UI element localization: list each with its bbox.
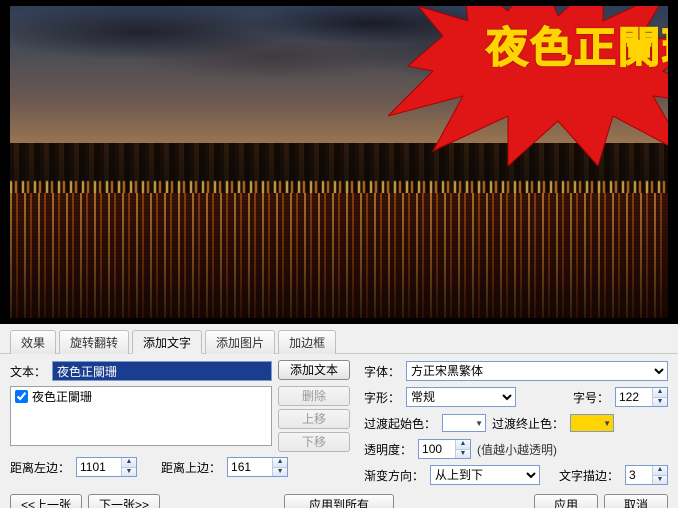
tab-add-image[interactable]: 添加图片 (205, 330, 275, 354)
label-opacity: 透明度： (364, 441, 412, 458)
spin-down-icon[interactable]: ▼ (653, 398, 667, 407)
chevron-down-icon: ▼ (475, 419, 483, 428)
spin-up-icon[interactable]: ▲ (653, 466, 667, 476)
prev-button[interactable]: <<上一张 (10, 494, 82, 508)
distance-left-spinner[interactable]: ▲▼ (76, 457, 137, 477)
spin-up-icon[interactable]: ▲ (122, 458, 136, 468)
size-input[interactable] (616, 388, 652, 406)
image-preview: 夜色正闌珊 (0, 0, 678, 324)
tab-add-border[interactable]: 加边框 (278, 330, 336, 354)
label-end-color: 过渡终止色： (492, 415, 564, 432)
tab-add-text[interactable]: 添加文字 (132, 330, 202, 354)
list-item-label: 夜色正闌珊 (32, 388, 92, 405)
distance-left-input[interactable] (77, 458, 121, 476)
cancel-button[interactable]: 取消 (604, 494, 668, 508)
label-size: 字号： (573, 389, 609, 406)
spin-down-icon[interactable]: ▼ (456, 450, 470, 459)
label-style: 字形： (364, 389, 400, 406)
tab-rotate[interactable]: 旋转翻转 (59, 330, 129, 354)
size-spinner[interactable]: ▲▼ (615, 387, 668, 407)
text-list[interactable]: 夜色正闌珊 (10, 386, 272, 446)
start-color-swatch[interactable]: ▼ (442, 414, 486, 432)
distance-top-spinner[interactable]: ▲▼ (227, 457, 288, 477)
next-button[interactable]: 下一张>> (88, 494, 160, 508)
preview-canvas: 夜色正闌珊 (10, 6, 668, 318)
spin-up-icon[interactable]: ▲ (273, 458, 287, 468)
font-select[interactable]: 方正宋黑繁体 (406, 361, 668, 381)
stroke-spinner[interactable]: ▲▼ (625, 465, 668, 485)
spin-up-icon[interactable]: ▲ (653, 388, 667, 398)
stroke-input[interactable] (626, 466, 652, 484)
text-overlay-burst: 夜色正闌珊 (388, 6, 668, 166)
controls-panel: 效果 旋转翻转 添加文字 添加图片 加边框 文本： 添加文本 夜色正闌珊 (0, 324, 678, 508)
label-stroke: 文字描边： (559, 467, 619, 484)
spin-down-icon[interactable]: ▼ (653, 476, 667, 485)
move-up-button[interactable]: 上移 (278, 409, 350, 429)
opacity-note: (值越小越透明) (477, 441, 557, 458)
distance-top-input[interactable] (228, 458, 272, 476)
spin-down-icon[interactable]: ▼ (273, 468, 287, 477)
list-item-checkbox[interactable] (15, 390, 28, 403)
spin-up-icon[interactable]: ▲ (456, 440, 470, 450)
apply-all-button[interactable]: 应用到所有 (284, 494, 394, 508)
text-input[interactable] (52, 361, 272, 381)
label-text: 文本： (10, 363, 46, 380)
label-start-color: 过渡起始色： (364, 415, 436, 432)
label-distance-left: 距离左边： (10, 459, 70, 476)
opacity-spinner[interactable]: ▲▼ (418, 439, 471, 459)
label-gradient-dir: 渐变方向： (364, 467, 424, 484)
list-item[interactable]: 夜色正闌珊 (11, 387, 271, 406)
tab-effect[interactable]: 效果 (10, 330, 56, 354)
chevron-down-icon: ▼ (603, 419, 611, 428)
label-distance-top: 距离上边： (161, 459, 221, 476)
add-text-button[interactable]: 添加文本 (278, 360, 350, 380)
delete-button[interactable]: 删除 (278, 386, 350, 406)
tab-bar: 效果 旋转翻转 添加文字 添加图片 加边框 (0, 324, 678, 354)
footer-bar: <<上一张 下一张>> 应用到所有 应用 取消 (0, 490, 678, 508)
label-font: 字体： (364, 363, 400, 380)
gradient-dir-select[interactable]: 从上到下 (430, 465, 540, 485)
move-down-button[interactable]: 下移 (278, 432, 350, 452)
overlay-text: 夜色正闌珊 (486, 14, 668, 75)
opacity-input[interactable] (419, 440, 455, 458)
spin-down-icon[interactable]: ▼ (122, 468, 136, 477)
style-select[interactable]: 常规 (406, 387, 516, 407)
end-color-swatch[interactable]: ▼ (570, 414, 614, 432)
apply-button[interactable]: 应用 (534, 494, 598, 508)
